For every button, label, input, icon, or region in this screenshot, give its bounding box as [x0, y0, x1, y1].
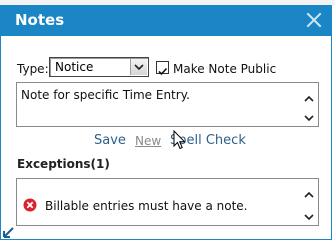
exceptions-heading: Exceptions(1)	[17, 157, 110, 171]
resize-handle-icon[interactable]	[3, 226, 15, 238]
new-button[interactable]: New	[135, 134, 161, 148]
scroll-up-icon[interactable]	[302, 189, 316, 201]
checkmark-icon	[158, 67, 168, 76]
note-text: Note for specific Time Entry.	[21, 88, 190, 102]
save-button[interactable]: Save	[94, 133, 126, 148]
exceptions-list[interactable]: Billable entries must have a note.	[16, 178, 319, 226]
error-icon	[23, 198, 37, 212]
close-icon[interactable]	[305, 11, 323, 29]
type-label: Type:	[17, 62, 49, 76]
scroll-down-icon[interactable]	[302, 112, 316, 124]
type-select[interactable]: Notice	[49, 57, 149, 77]
note-textarea[interactable]: Note for specific Time Entry.	[16, 82, 319, 127]
scroll-up-icon[interactable]	[302, 93, 316, 105]
make-public-label: Make Note Public	[173, 62, 277, 76]
dialog-title: Notes	[15, 11, 65, 29]
scroll-down-icon[interactable]	[302, 211, 316, 223]
note-actions: Save New Spell Check	[1, 133, 331, 151]
notes-dialog: Notes Type: Notice Make Note Public Note…	[0, 5, 332, 240]
mouse-cursor-icon	[173, 130, 186, 150]
type-select-value: Notice	[55, 60, 94, 74]
make-public-checkbox[interactable]	[156, 61, 169, 76]
exception-message: Billable entries must have a note.	[45, 199, 248, 213]
title-bar[interactable]: Notes	[1, 6, 331, 36]
chevron-down-icon[interactable]	[130, 59, 147, 75]
